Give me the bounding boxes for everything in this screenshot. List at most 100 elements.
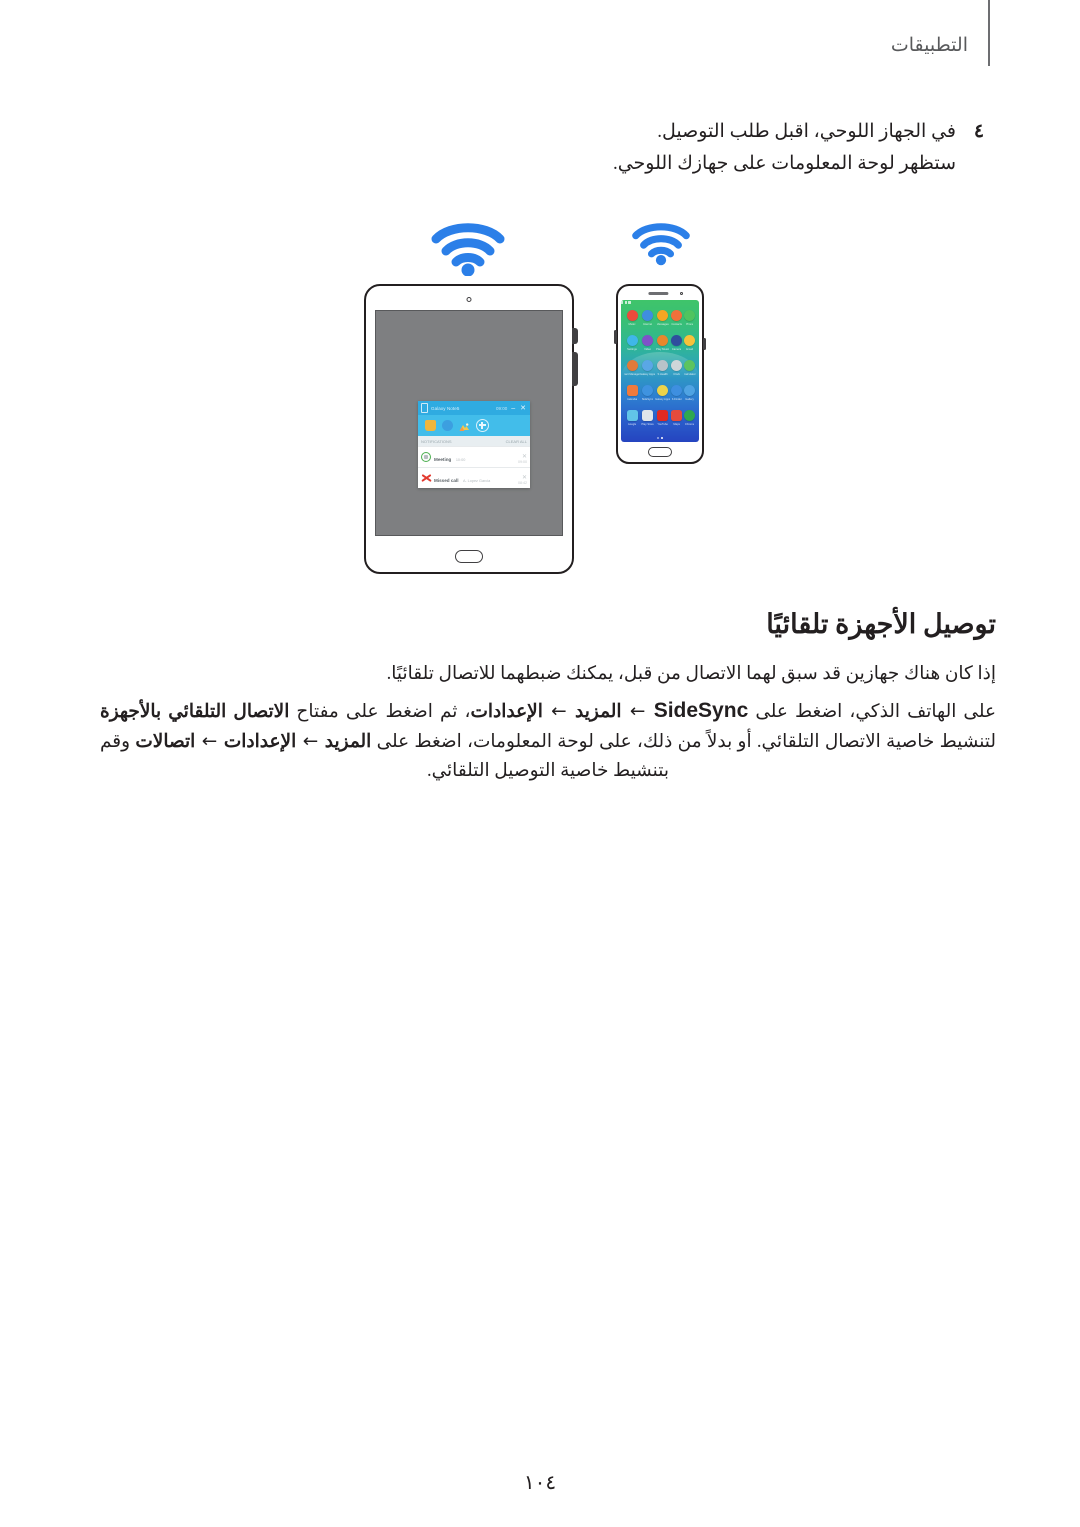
calculator-icon bbox=[684, 360, 696, 371]
google-folder-icon bbox=[626, 410, 638, 421]
panel-close-icon[interactable]: ✕ bbox=[519, 405, 527, 412]
s-finder-icon bbox=[671, 385, 683, 396]
app-item[interactable]: YouTube bbox=[655, 408, 670, 433]
app-item[interactable]: Google bbox=[624, 408, 640, 433]
app-item[interactable]: Maps bbox=[670, 408, 683, 433]
p2-arrow-4: ← bbox=[195, 731, 224, 752]
panel-time: 09:00 bbox=[495, 405, 508, 411]
app-label: Contacts bbox=[671, 323, 682, 326]
panel-clear-all-button[interactable]: CLEAR ALL bbox=[506, 439, 527, 444]
header-title: التطبيقات bbox=[890, 35, 968, 56]
app-label: Chrome bbox=[684, 423, 695, 426]
app-label: Calculator bbox=[683, 373, 696, 376]
app-item[interactable]: Music bbox=[624, 308, 640, 333]
tablet-volume-button[interactable] bbox=[572, 352, 578, 386]
app-label: Play Music bbox=[656, 348, 670, 351]
panel-subbar-left: NOTIFICATIONS bbox=[421, 438, 452, 444]
p2-arrow-1: ← bbox=[621, 701, 654, 722]
app-item[interactable]: Phone bbox=[683, 308, 696, 333]
app-item[interactable]: Calculator bbox=[683, 358, 696, 383]
app-item[interactable]: SideSync bbox=[640, 383, 655, 408]
galaxy-apps-icon bbox=[642, 360, 654, 371]
tablet-power-button[interactable] bbox=[572, 328, 578, 344]
app-item[interactable]: Video bbox=[640, 333, 655, 358]
page-number: ١٠٤ bbox=[523, 1472, 557, 1494]
p2-bold-more-2: المزيد bbox=[324, 732, 372, 752]
page-dot[interactable] bbox=[661, 437, 663, 439]
app-item[interactable]: S Health bbox=[655, 358, 670, 383]
tablet-home-button[interactable] bbox=[455, 550, 483, 563]
app-label: Play Store bbox=[641, 423, 654, 426]
app-label: Smart Manager bbox=[624, 373, 640, 376]
app-drawer-grid: Phone Contacts Messages Internet Music Email C… bbox=[621, 305, 699, 433]
panel-device-name: Galaxy Note5 bbox=[431, 405, 460, 411]
app-item[interactable]: Play Store bbox=[640, 408, 655, 433]
notification-time: 09:00 bbox=[518, 460, 527, 464]
phone-home-button[interactable] bbox=[648, 447, 672, 457]
settings-icon bbox=[626, 335, 638, 346]
app-item[interactable]: Camera bbox=[670, 333, 683, 358]
phone-volume-button[interactable] bbox=[614, 330, 617, 344]
gallery-icon[interactable] bbox=[459, 420, 470, 431]
app-label: Phone bbox=[685, 323, 694, 326]
page-indicator bbox=[621, 437, 699, 439]
video-icon bbox=[642, 335, 654, 346]
app-item[interactable]: Email bbox=[683, 333, 696, 358]
app-label: Google bbox=[627, 423, 637, 426]
app-label: Clock bbox=[673, 373, 681, 376]
tablet-camera-dot bbox=[466, 297, 472, 302]
page-dot[interactable] bbox=[657, 437, 659, 439]
internet-icon bbox=[642, 310, 654, 321]
app-item[interactable]: Messages bbox=[655, 308, 670, 333]
devices-illustration: Galaxy Note5 09:00 – ✕ NOTIFICATIONS CLE… bbox=[0, 212, 1080, 594]
app-item[interactable]: Chrome bbox=[683, 408, 696, 433]
app-item[interactable]: Calendar bbox=[624, 383, 640, 408]
app-item[interactable]: Smart Manager bbox=[624, 358, 640, 383]
p2-bold-more-1: المزيد bbox=[575, 702, 622, 722]
step-row: ٤ في الجهاز اللوحي، اقبل طلب التوصيل. ست… bbox=[116, 116, 996, 180]
app-item[interactable]: Clock bbox=[670, 358, 683, 383]
app-item[interactable]: S Finder bbox=[670, 383, 683, 408]
app-label: Galaxy Apps bbox=[640, 373, 656, 376]
music-icon[interactable] bbox=[442, 420, 453, 431]
auto-connect-section: توصيل الأجهزة تلقائيًا إذا كان هناك جهاز… bbox=[100, 604, 996, 786]
youtube-icon bbox=[657, 410, 669, 421]
notification-subtitle: 10:00 bbox=[455, 458, 466, 462]
app-item[interactable]: Galaxy Apps bbox=[640, 358, 655, 383]
phone-power-button[interactable] bbox=[703, 338, 706, 350]
section-paragraph-1: إذا كان هناك جهازين قد سبق لهما الاتصال … bbox=[386, 664, 996, 684]
gallery-icon bbox=[684, 385, 696, 396]
p2-bold-auto-connect-devices: الاتصال التلقائي بالأجهزة bbox=[100, 702, 290, 722]
app-label: SideSync bbox=[641, 398, 654, 401]
notification-title: Meeting bbox=[434, 457, 452, 462]
app-label: Messages bbox=[656, 323, 669, 326]
app-item[interactable]: Internet bbox=[640, 308, 655, 333]
p2-bold-sidesync: SideSync bbox=[653, 699, 749, 722]
notification-subtitle: A. Lopez Garcia bbox=[462, 479, 491, 483]
app-item[interactable]: Contacts bbox=[670, 308, 683, 333]
notification-row[interactable]: Meeting 10:00 ✕ 09:00 bbox=[418, 446, 530, 467]
chrome-icon bbox=[684, 410, 696, 421]
device-icon bbox=[421, 403, 428, 413]
p2-bold-settings-1: الإعدادات bbox=[470, 702, 543, 722]
music-icon bbox=[626, 310, 638, 321]
notification-text: Meeting 10:00 bbox=[434, 448, 519, 466]
notification-text: Missed call A. Lopez Garcia bbox=[434, 469, 519, 487]
calendar-icon bbox=[421, 452, 431, 462]
header-divider bbox=[988, 0, 990, 66]
app-item[interactable]: Gallery bbox=[683, 383, 696, 408]
panel-minimize-button[interactable]: – bbox=[510, 405, 516, 412]
folder-icon[interactable] bbox=[425, 420, 436, 431]
app-label: Gallery bbox=[685, 398, 694, 401]
app-label: Internet bbox=[642, 323, 653, 326]
phone-screen: Phone Contacts Messages Internet Music Email C… bbox=[621, 300, 699, 442]
app-label: Video bbox=[644, 348, 651, 351]
add-icon[interactable] bbox=[476, 419, 489, 432]
signal-icon bbox=[628, 301, 631, 304]
phone-wifi-icon bbox=[631, 218, 691, 266]
maps-icon bbox=[671, 410, 683, 421]
notification-row[interactable]: Missed call A. Lopez Garcia ✕ 08:42 bbox=[418, 467, 530, 488]
app-item[interactable]: Settings bbox=[624, 333, 640, 358]
app-item[interactable]: Galaxy Apps bbox=[655, 383, 670, 408]
app-item[interactable]: Play Music bbox=[655, 333, 670, 358]
